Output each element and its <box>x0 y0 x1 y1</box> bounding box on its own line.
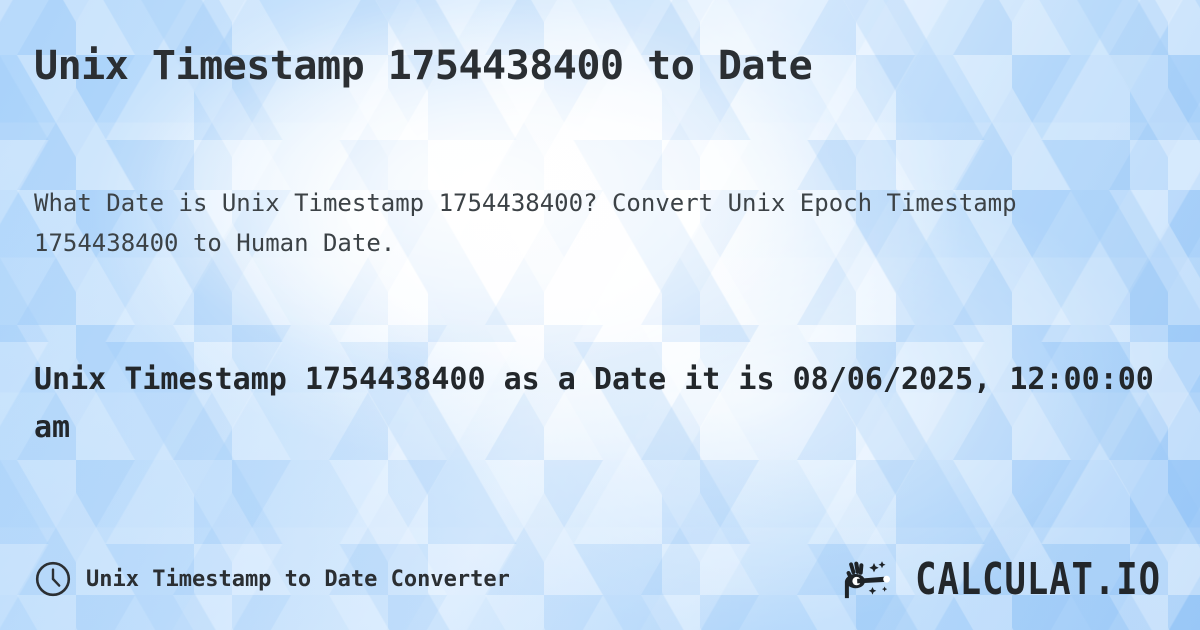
brand-name: CALCULAT.IO <box>910 557 1166 601</box>
footer-label: Unix Timestamp to Date Converter <box>86 566 510 592</box>
footer-left-group: Unix Timestamp to Date Converter <box>34 560 510 598</box>
brand-name-text: CALCULAT.IO <box>915 553 1161 605</box>
brand-logo: CALCULAT.IO <box>841 557 1166 601</box>
footer: Unix Timestamp to Date Converter CALCULA… <box>34 556 1166 602</box>
page-title: Unix Timestamp 1754438400 to Date <box>34 43 813 89</box>
content-area: Unix Timestamp 1754438400 to Date What D… <box>0 0 1200 630</box>
clock-icon <box>34 560 72 598</box>
page-description: What Date is Unix Timestamp 1754438400? … <box>34 189 1017 257</box>
conversion-result: Unix Timestamp 1754438400 as a Date it i… <box>34 362 1154 445</box>
magic-wand-hand-icon <box>841 557 901 601</box>
og-image-card: Unix Timestamp 1754438400 to Date What D… <box>0 0 1200 630</box>
